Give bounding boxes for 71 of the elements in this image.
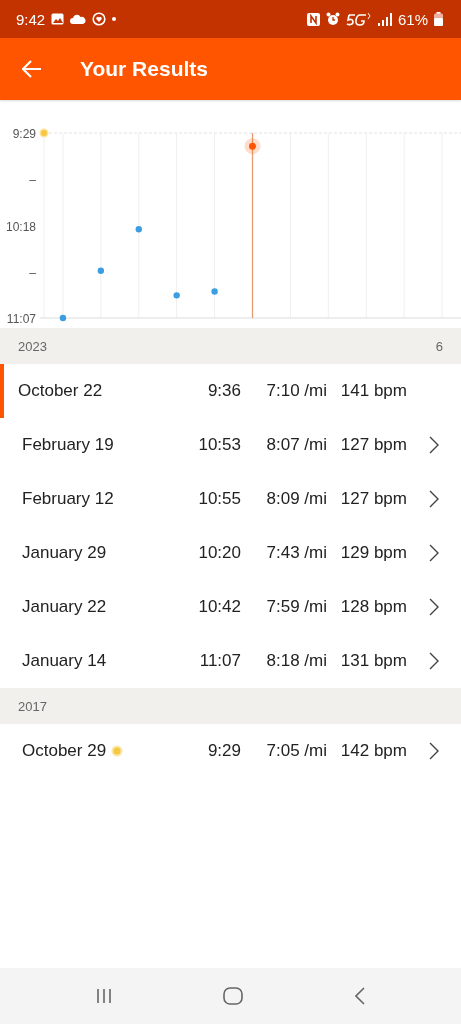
data-point[interactable] (135, 226, 142, 233)
axis-label: – (29, 265, 36, 280)
axis-label: – (29, 173, 36, 188)
run-date: January 22 (22, 597, 107, 617)
heart-rate: 142 bpm (339, 741, 407, 761)
heart-circle-icon (92, 12, 107, 26)
alarm-icon (325, 12, 340, 26)
run-pace: 7:10 /mi (265, 381, 327, 401)
run-pace: 7:43 /mi (265, 543, 327, 563)
section-count: 6 (435, 338, 443, 354)
chevron-right-icon (429, 544, 439, 562)
run-date: February 19 (22, 435, 114, 455)
result-row[interactable]: October 29 9:29 7:05 /mi 142 bpm (0, 724, 461, 778)
run-time: 10:20 (197, 543, 241, 563)
result-row[interactable]: February 19 10:53 8:07 /mi 127 bpm (0, 418, 461, 472)
result-row[interactable]: February 12 10:55 8:09 /mi 127 bpm (0, 472, 461, 526)
result-row[interactable]: January 22 10:42 7:59 /mi 128 bpm (0, 580, 461, 634)
run-pace: 8:09 /mi (265, 489, 327, 509)
heart-rate: 128 bpm (339, 597, 407, 617)
run-time: 10:55 (197, 489, 241, 509)
chevron-right-icon (429, 436, 439, 454)
heart-rate: 127 bpm (339, 489, 407, 509)
result-row[interactable]: January 29 10:20 7:43 /mi 129 bpm (0, 526, 461, 580)
run-pace: 7:05 /mi (265, 741, 327, 761)
run-date: January 29 (22, 543, 107, 563)
run-pace: 8:18 /mi (265, 651, 327, 671)
heart-rate: 127 bpm (339, 435, 407, 455)
run-date: February 12 (22, 489, 114, 509)
run-pace: 7:59 /mi (265, 597, 327, 617)
recent-apps-icon (95, 988, 112, 1004)
run-date: October 22 (18, 381, 103, 401)
heart-rate: 131 bpm (339, 651, 407, 671)
chevron-right-icon (429, 742, 439, 760)
section-year: 2017 (18, 698, 47, 714)
result-row[interactable]: October 22 9:36 7:10 /mi 141 bpm (0, 364, 461, 418)
heart-rate: 129 bpm (339, 543, 407, 563)
nfc-icon (306, 12, 320, 26)
battery-percent: 61% (397, 10, 428, 28)
data-point[interactable] (59, 314, 67, 322)
data-point[interactable] (211, 288, 218, 295)
run-date: October 29 (22, 741, 107, 761)
selected-data-point[interactable] (244, 138, 261, 155)
chevron-right-icon (429, 490, 439, 508)
heart-rate: 141 bpm (339, 381, 407, 401)
run-time: 9:36 (206, 381, 241, 401)
axis-label: 11:07 (6, 312, 36, 326)
status-time: 9:42 (16, 10, 46, 28)
5g-signal-icon (345, 12, 372, 26)
run-time: 10:53 (197, 435, 241, 455)
run-time: 10:42 (197, 597, 241, 617)
signal-icon (377, 12, 392, 26)
section-year: 2023 (18, 338, 47, 354)
run-time: 9:29 (206, 741, 241, 761)
result-row[interactable]: January 14 11:07 8:18 /mi 131 bpm (0, 634, 461, 688)
data-point[interactable] (173, 292, 180, 299)
battery-icon (434, 12, 443, 26)
record-marker (39, 128, 49, 138)
image-icon (51, 13, 65, 25)
run-date: January 14 (22, 651, 107, 671)
run-time: 11:07 (198, 651, 241, 671)
axis-label: 10:18 (5, 219, 36, 234)
home-icon (223, 987, 244, 1005)
cloud-icon (70, 14, 87, 24)
axis-label: 9:29 (12, 127, 36, 141)
back-icon (355, 987, 366, 1005)
dot-icon (112, 17, 117, 21)
run-pace: 8:07 /mi (265, 435, 327, 455)
chevron-right-icon (429, 652, 439, 670)
page-title: Your Results (80, 57, 208, 81)
chevron-right-icon (429, 598, 439, 616)
data-point[interactable] (97, 267, 105, 274)
